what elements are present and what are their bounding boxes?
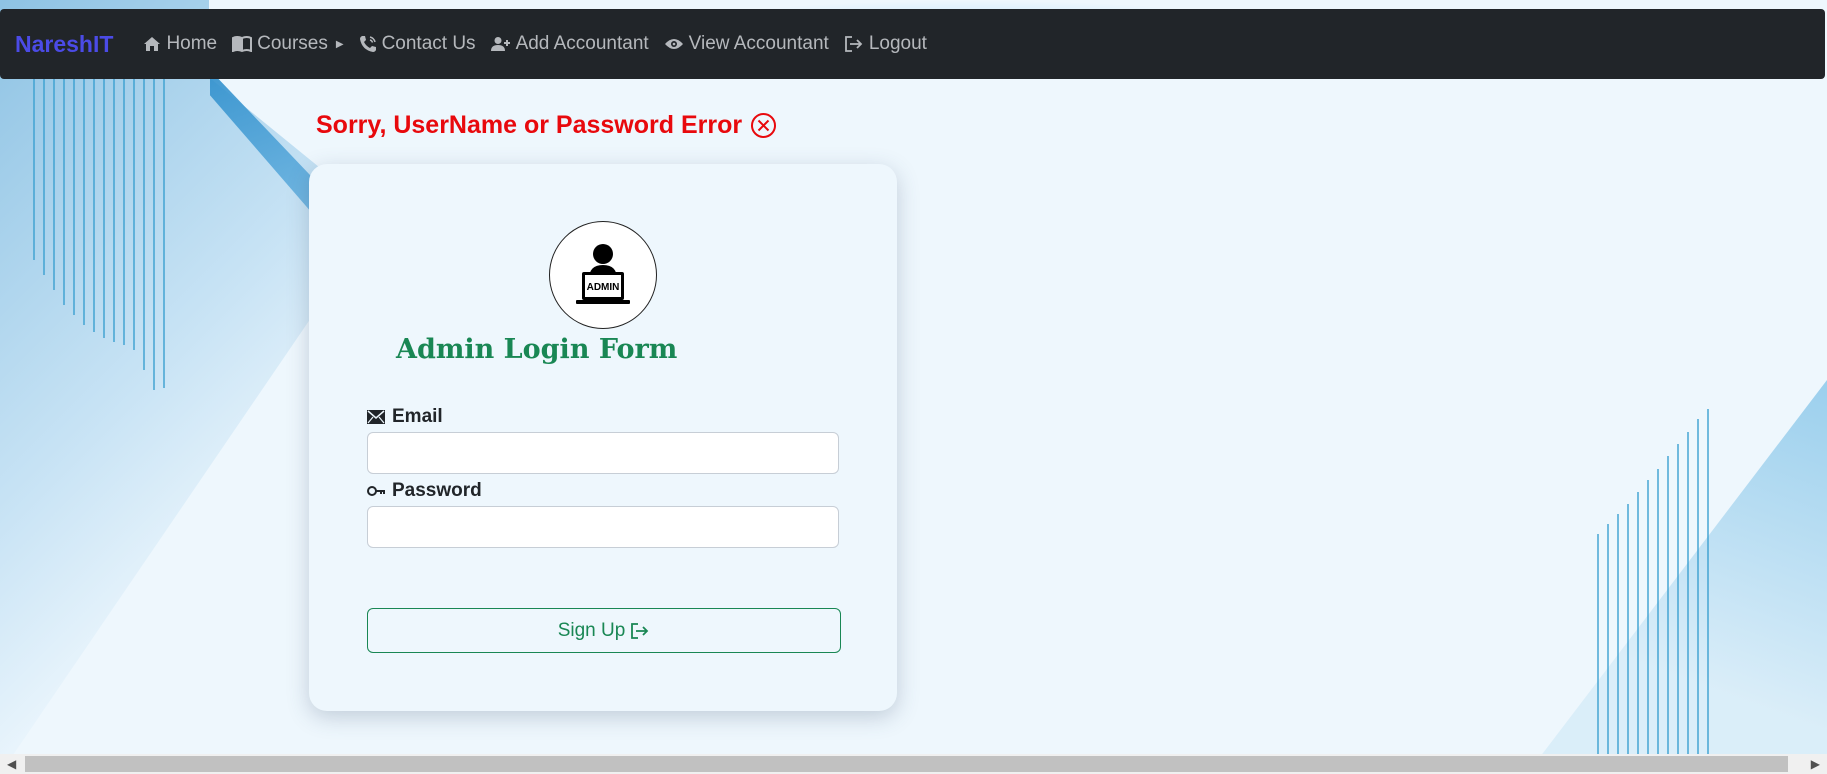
error-text: Sorry, UserName or Password Error <box>316 111 743 139</box>
nav-courses-label: Courses <box>257 33 328 54</box>
sign-in-icon <box>631 622 649 639</box>
nav-view-accountant[interactable]: View Accountant <box>664 33 829 55</box>
user-plus-icon <box>490 37 510 51</box>
top-navbar: NareshIT Home Courses ▶ Contact Us Add A… <box>0 9 1825 79</box>
form-title: Admin Login Form <box>396 334 678 365</box>
scroll-right-arrow-icon[interactable]: ▶ <box>1811 757 1820 771</box>
nav-logout[interactable]: Logout <box>844 33 927 55</box>
email-label-text: Email <box>392 406 443 427</box>
error-message: Sorry, UserName or Password Error <box>316 111 777 140</box>
sign-up-button[interactable]: Sign Up <box>367 608 841 653</box>
admin-laptop-icon: ADMIN <box>576 244 630 304</box>
password-field[interactable] <box>367 506 839 548</box>
password-label-text: Password <box>392 480 482 501</box>
horizontal-scrollbar[interactable]: ◀ ▶ <box>0 754 1827 774</box>
password-label: Password <box>367 480 482 502</box>
brand-logo[interactable]: NareshIT <box>15 31 113 58</box>
book-icon <box>232 36 253 52</box>
eye-icon <box>664 39 683 49</box>
nav-contact[interactable]: Contact Us <box>359 33 476 55</box>
x-circle-icon <box>751 113 777 138</box>
nav-logout-label: Logout <box>868 33 927 54</box>
nav-courses[interactable]: Courses ▶ <box>232 33 344 55</box>
admin-avatar: ADMIN <box>549 221 657 329</box>
scroll-left-arrow-icon[interactable]: ◀ <box>7 757 16 771</box>
phone-icon <box>359 36 376 52</box>
envelope-icon <box>367 410 385 424</box>
login-card: ADMIN Admin Login Form Email Password Si… <box>309 164 897 711</box>
caret-right-icon: ▶ <box>335 38 344 50</box>
scrollbar-thumb[interactable] <box>25 756 1788 772</box>
nav-add-accountant[interactable]: Add Accountant <box>490 33 649 55</box>
logout-icon <box>844 36 863 52</box>
home-icon <box>144 37 161 51</box>
nav-home-label: Home <box>166 33 218 54</box>
nav-view-accountant-label: View Accountant <box>688 33 829 54</box>
avatar-label: ADMIN <box>587 282 620 293</box>
nav-add-accountant-label: Add Accountant <box>515 33 649 54</box>
nav-contact-label: Contact Us <box>381 33 476 54</box>
email-field[interactable] <box>367 432 839 474</box>
email-label: Email <box>367 406 443 428</box>
nav-home[interactable]: Home <box>143 33 217 55</box>
sign-up-label: Sign Up <box>557 619 626 641</box>
key-icon <box>367 486 385 496</box>
